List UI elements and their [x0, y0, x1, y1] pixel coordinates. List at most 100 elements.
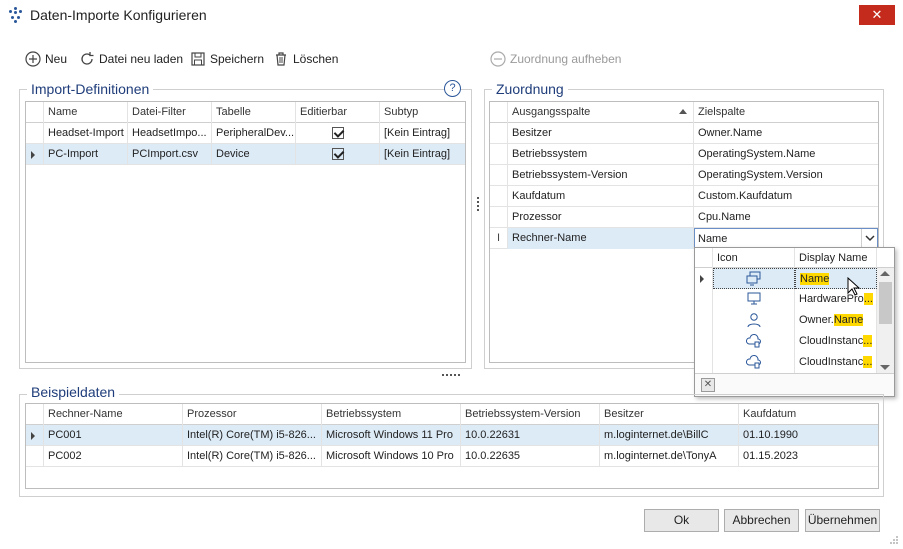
- table-cell[interactable]: PC002: [44, 446, 183, 467]
- cell-source[interactable]: Kaufdatum: [508, 186, 694, 207]
- column-header-file-filter[interactable]: Datei-Filter: [128, 102, 212, 123]
- table-cell[interactable]: Microsoft Windows 11 Pro: [322, 425, 461, 446]
- table-row[interactable]: Kaufdatum Custom.Kaufdatum: [490, 186, 878, 207]
- table-cell[interactable]: PC001: [44, 425, 183, 446]
- column-header-owner[interactable]: Besitzer: [600, 404, 739, 425]
- column-header-name[interactable]: Name: [44, 102, 128, 123]
- table-row[interactable]: PC-Import PCImport.csv Device [Kein Eint…: [26, 144, 465, 165]
- item-icon-cell: [713, 352, 795, 373]
- cell-target[interactable]: Cpu.Name: [694, 207, 878, 228]
- scroll-thumb[interactable]: [879, 282, 892, 324]
- column-header-purchase-date[interactable]: Kaufdatum: [739, 404, 878, 425]
- table-row[interactable]: PC001 Intel(R) Core(TM) i5-826... Micros…: [26, 425, 878, 446]
- cloud-device-icon: [745, 334, 761, 348]
- sample-data-grid: Rechner-Name Prozessor Betriebssystem Be…: [25, 403, 879, 489]
- cell-name[interactable]: Headset-Import: [44, 123, 128, 144]
- table-cell[interactable]: Microsoft Windows 10 Pro: [322, 446, 461, 467]
- unassign-button[interactable]: Zuordnung aufheben: [490, 50, 621, 68]
- list-item[interactable]: CloudInstanc...: [695, 331, 877, 352]
- table-cell[interactable]: Intel(R) Core(TM) i5-826...: [183, 425, 322, 446]
- sort-ascending-icon: [679, 109, 687, 114]
- table-cell[interactable]: 01.10.1990: [739, 425, 878, 446]
- column-header-subtype[interactable]: Subtyp: [380, 102, 465, 123]
- cell-editable[interactable]: [296, 123, 380, 144]
- table-row[interactable]: I Rechner-Name Name: [490, 228, 878, 249]
- editable-checkbox[interactable]: [331, 148, 344, 160]
- close-button[interactable]: ✕: [859, 5, 895, 25]
- cell-target[interactable]: OperatingSystem.Name: [694, 144, 878, 165]
- table-row[interactable]: Headset-Import HeadsetImpo... Peripheral…: [26, 123, 465, 144]
- list-item[interactable]: Owner.Name: [695, 310, 877, 331]
- table-row[interactable]: Besitzer Owner.Name: [490, 123, 878, 144]
- column-header-processor[interactable]: Prozessor: [183, 404, 322, 425]
- table-cell[interactable]: m.loginternet.de\TonyA: [600, 446, 739, 467]
- reload-file-button[interactable]: Datei neu laden: [79, 50, 183, 68]
- cell-target[interactable]: OperatingSystem.Version: [694, 165, 878, 186]
- cell-file-filter[interactable]: HeadsetImpo...: [128, 123, 212, 144]
- delete-button[interactable]: Löschen: [273, 50, 338, 68]
- help-button[interactable]: ?: [444, 80, 461, 97]
- column-header-display-name[interactable]: Display Name: [795, 248, 877, 268]
- clear-selection-button[interactable]: ✕: [701, 378, 715, 392]
- trash-icon: [276, 52, 286, 66]
- cell-source[interactable]: Besitzer: [508, 123, 694, 144]
- table-cell[interactable]: 10.0.22631: [461, 425, 600, 446]
- item-display-name[interactable]: CloudInstanc...: [795, 331, 877, 352]
- cancel-button[interactable]: Abbrechen: [724, 509, 799, 532]
- list-item[interactable]: CloudInstanc...: [695, 352, 877, 373]
- cell-subtype[interactable]: [Kein Eintrag]: [380, 123, 465, 144]
- table-cell[interactable]: Intel(R) Core(TM) i5-826...: [183, 446, 322, 467]
- cell-file-filter[interactable]: PCImport.csv: [128, 144, 212, 165]
- cell-table[interactable]: Device: [212, 144, 296, 165]
- popup-scrollbar[interactable]: [877, 268, 894, 373]
- cell-source[interactable]: Betriebssystem: [508, 144, 694, 165]
- vertical-splitter[interactable]: [477, 196, 480, 212]
- table-cell[interactable]: 10.0.22635: [461, 446, 600, 467]
- column-header-editable[interactable]: Editierbar: [296, 102, 380, 123]
- cell-target[interactable]: Custom.Kaufdatum: [694, 186, 878, 207]
- table-row[interactable]: Betriebssystem OperatingSystem.Name: [490, 144, 878, 165]
- item-display-name[interactable]: Name: [795, 268, 877, 289]
- cell-source[interactable]: Prozessor: [508, 207, 694, 228]
- item-icon-cell: [713, 268, 795, 289]
- popup-footer: ✕: [695, 373, 894, 396]
- ok-button[interactable]: Ok: [644, 509, 719, 532]
- table-row[interactable]: Betriebssystem-Version OperatingSystem.V…: [490, 165, 878, 186]
- target-combobox[interactable]: Name: [694, 228, 878, 249]
- scroll-up-icon[interactable]: [880, 271, 890, 276]
- column-header-table[interactable]: Tabelle: [212, 102, 296, 123]
- horizontal-splitter[interactable]: [442, 374, 460, 377]
- scroll-down-icon[interactable]: [880, 365, 890, 370]
- table-row[interactable]: PC002 Intel(R) Core(TM) i5-826... Micros…: [26, 446, 878, 467]
- column-header-target[interactable]: Zielspalte: [694, 102, 878, 123]
- editable-checkbox[interactable]: [331, 127, 344, 139]
- column-header-os-version[interactable]: Betriebssystem-Version: [461, 404, 600, 425]
- new-button[interactable]: Neu: [25, 50, 67, 68]
- item-display-name[interactable]: Owner.Name: [795, 310, 877, 331]
- cell-source[interactable]: Betriebssystem-Version: [508, 165, 694, 186]
- plus-circle-icon: [25, 51, 41, 67]
- column-header-source-label: Ausgangsspalte: [512, 106, 591, 118]
- column-header-os[interactable]: Betriebssystem: [322, 404, 461, 425]
- cell-source[interactable]: Rechner-Name: [508, 228, 694, 249]
- cell-subtype[interactable]: [Kein Eintrag]: [380, 144, 465, 165]
- save-button[interactable]: Speichern: [190, 50, 264, 68]
- column-header-computer-name[interactable]: Rechner-Name: [44, 404, 183, 425]
- item-display-name[interactable]: CloudInstanc...: [795, 352, 877, 373]
- apply-button[interactable]: Übernehmen: [805, 509, 880, 532]
- save-label: Speichern: [210, 52, 265, 66]
- column-header-icon[interactable]: Icon: [713, 248, 795, 268]
- cell-name[interactable]: PC-Import: [44, 144, 128, 165]
- column-header-source[interactable]: Ausgangsspalte: [508, 102, 694, 123]
- item-display-name[interactable]: HardwarePro...: [795, 289, 877, 310]
- table-cell[interactable]: m.loginternet.de\BillC: [600, 425, 739, 446]
- cell-target[interactable]: Owner.Name: [694, 123, 878, 144]
- item-icon-cell: [713, 310, 795, 331]
- combobox-dropdown-button[interactable]: [861, 229, 877, 248]
- delete-label: Löschen: [293, 52, 339, 66]
- table-row[interactable]: Prozessor Cpu.Name: [490, 207, 878, 228]
- cell-table[interactable]: PeripheralDev...: [212, 123, 296, 144]
- table-cell[interactable]: 01.15.2023: [739, 446, 878, 467]
- cell-editable[interactable]: [296, 144, 380, 165]
- resize-grip-icon[interactable]: [889, 535, 899, 545]
